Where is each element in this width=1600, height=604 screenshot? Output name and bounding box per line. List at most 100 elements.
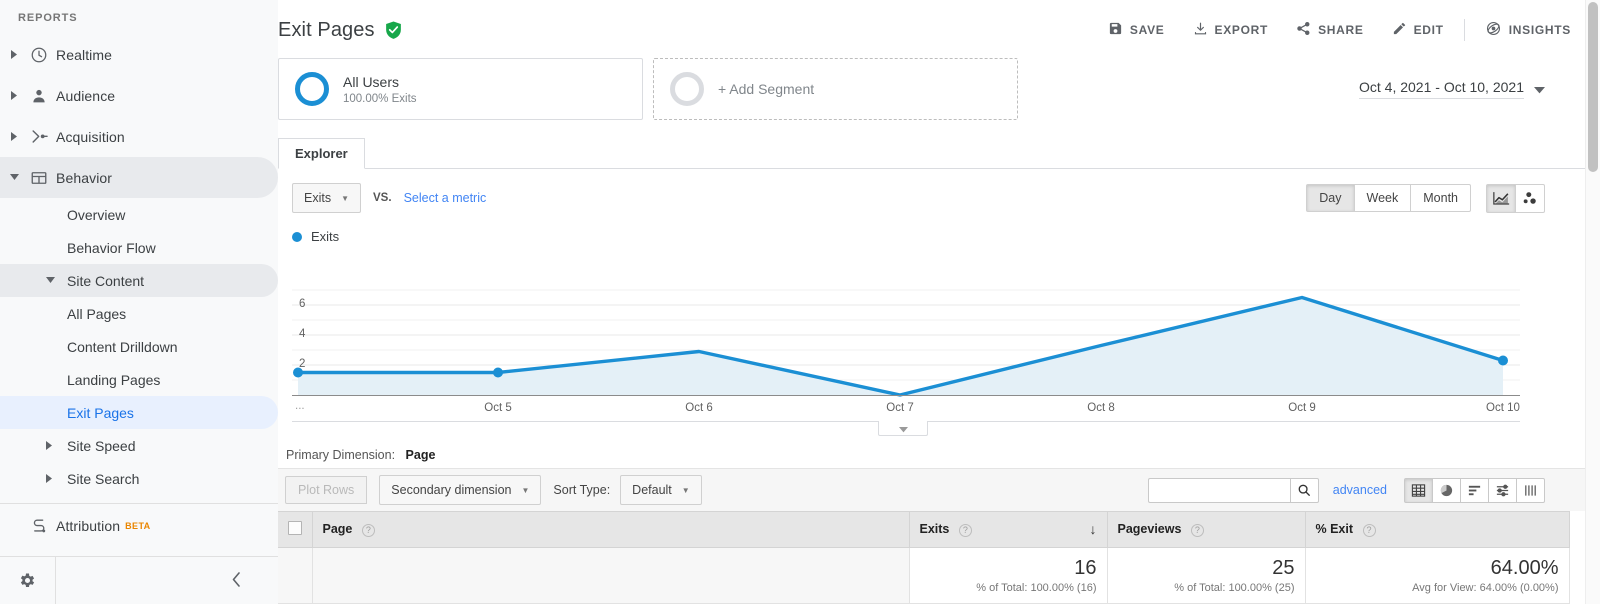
attribution-icon — [22, 517, 56, 536]
help-icon[interactable]: ? — [1362, 523, 1376, 537]
vs-label: VS. — [373, 192, 392, 204]
sidebar-collapse-button[interactable] — [56, 557, 278, 604]
x-axis-tick: Oct 10 — [1486, 402, 1520, 414]
primary-dimension-value[interactable]: Page — [406, 448, 436, 462]
search-input[interactable] — [1147, 477, 1290, 503]
primary-metric-selector[interactable]: Exits ▼ — [292, 183, 362, 213]
chevron-down-icon: ▼ — [521, 485, 530, 495]
insights-button[interactable]: INSIGHTS — [1471, 14, 1585, 46]
export-button[interactable]: EXPORT — [1179, 15, 1283, 45]
share-label: SHARE — [1318, 23, 1364, 37]
secondary-dimension-selector[interactable]: Secondary dimension ▼ — [379, 475, 542, 505]
x-axis-tick: Oct 6 — [685, 402, 713, 414]
x-axis-ellipsis: ... — [295, 400, 305, 412]
save-button[interactable]: SAVE — [1094, 15, 1179, 45]
pivot-view-icon[interactable] — [1516, 477, 1545, 503]
x-axis-tick: Oct 7 — [886, 402, 914, 414]
toolbar-divider — [1463, 19, 1465, 41]
select-all-header — [278, 511, 313, 548]
granularity-day[interactable]: Day — [1306, 184, 1355, 212]
edit-button[interactable]: EDIT — [1378, 15, 1458, 45]
select-all-checkbox[interactable] — [287, 521, 302, 535]
totals-pageviews-sub: % of Total: 100.00% (25) — [1174, 582, 1295, 594]
pie-view-icon[interactable] — [1432, 477, 1461, 503]
column-header-exit-rate[interactable]: % Exit ? — [1305, 511, 1570, 548]
column-label: Page — [322, 522, 353, 537]
exits-over-time-chart[interactable]: 6 4 2 ... Oct 5 Oct 6 Oct 7 Oct 8 Oct 9 … — [278, 250, 1585, 436]
chart-point — [493, 367, 503, 378]
shield-check-icon — [385, 21, 402, 39]
totals-pageviews-value: 25 — [1272, 557, 1295, 579]
sidebar-item-label: Audience — [56, 87, 116, 104]
plot-rows-button[interactable]: Plot Rows — [285, 476, 368, 504]
sidebar-item-behavior-flow[interactable]: Behavior Flow — [0, 231, 278, 264]
sidebar-group-label: Site Content — [67, 272, 145, 289]
sidebar-group-site-search[interactable]: Site Search — [0, 462, 278, 495]
line-chart-icon[interactable] — [1486, 183, 1516, 213]
sidebar: REPORTS Realtime Audience Acquisition Be… — [0, 0, 278, 604]
primary-metric-label: Exits — [304, 191, 332, 205]
report-tabs: Explorer — [278, 138, 1585, 169]
chevron-down-icon — [898, 421, 908, 436]
help-icon[interactable]: ? — [958, 523, 972, 537]
tab-explorer[interactable]: Explorer — [278, 138, 365, 169]
comparison-view-icon[interactable] — [1488, 477, 1517, 503]
totals-exits-cell: 16 % of Total: 100.00% (16) — [909, 547, 1108, 604]
select-metric-link[interactable]: Select a metric — [404, 191, 487, 205]
sort-type-label: Sort Type: — [553, 483, 611, 497]
chart-collapse-button[interactable] — [878, 421, 928, 436]
share-button[interactable]: SHARE — [1282, 15, 1378, 45]
sidebar-item-landing-pages[interactable]: Landing Pages — [0, 363, 278, 396]
date-range-picker[interactable]: Oct 4, 2021 - Oct 10, 2021 — [1359, 79, 1545, 99]
main-content: Exit Pages SAVE EXPORT SHARE EDIT INSIGH… — [278, 0, 1600, 604]
chart-mode-group — [1486, 183, 1545, 213]
sidebar-item-realtime[interactable]: Realtime — [0, 34, 278, 75]
sidebar-item-all-pages[interactable]: All Pages — [0, 297, 278, 330]
granularity-month[interactable]: Month — [1410, 184, 1471, 212]
x-axis-tick: Oct 9 — [1288, 402, 1316, 414]
column-header-pageviews[interactable]: Pageviews ? — [1107, 511, 1306, 548]
save-label: SAVE — [1129, 23, 1165, 37]
totals-exits-sub: % of Total: 100.00% (16) — [976, 582, 1097, 594]
sidebar-item-exit-pages[interactable]: Exit Pages — [0, 396, 278, 429]
search-icon[interactable] — [1289, 477, 1319, 503]
sidebar-group-site-speed[interactable]: Site Speed — [0, 429, 278, 462]
table-view-icon[interactable] — [1404, 477, 1433, 503]
beta-badge: BETA — [125, 521, 151, 531]
motion-chart-icon[interactable] — [1515, 183, 1545, 213]
sidebar-item-audience[interactable]: Audience — [0, 75, 278, 116]
save-icon — [1108, 21, 1123, 39]
chart-legend: Exits — [278, 217, 1585, 244]
sidebar-item-attribution[interactable]: Attribution BETA — [0, 504, 278, 548]
sidebar-footer — [0, 556, 278, 604]
page-scrollbar[interactable] — [1585, 0, 1600, 604]
sidebar-group-site-content[interactable]: Site Content — [0, 264, 278, 297]
sidebar-item-behavior[interactable]: Behavior — [0, 157, 278, 198]
scrollbar-thumb[interactable] — [1588, 2, 1598, 172]
sidebar-item-content-drilldown[interactable]: Content Drilldown — [0, 330, 278, 363]
secondary-dimension-label: Secondary dimension — [391, 483, 512, 497]
performance-view-icon[interactable] — [1460, 477, 1489, 503]
segment-all-users[interactable]: All Users 100.00% Exits — [278, 58, 643, 120]
legend-color-dot — [292, 231, 302, 242]
advanced-filter-link[interactable]: advanced — [1333, 483, 1387, 497]
column-header-exits[interactable]: Exits ? ↓ — [909, 511, 1108, 548]
sidebar-item-label: Behavior — [56, 169, 113, 186]
add-segment-label: + Add Segment — [718, 81, 815, 97]
granularity-week[interactable]: Week — [1353, 184, 1412, 212]
sort-type-selector[interactable]: Default ▼ — [620, 475, 702, 505]
segment-ring-icon — [295, 72, 329, 106]
column-header-page[interactable]: Page ? — [312, 511, 910, 548]
totals-checkbox-cell — [278, 547, 313, 604]
chevron-right-icon — [46, 441, 67, 450]
sidebar-item-acquisition[interactable]: Acquisition — [0, 116, 278, 157]
sidebar-item-label: Overview — [67, 206, 126, 223]
y-axis-tick: 4 — [299, 328, 306, 340]
plot-rows-label: Plot Rows — [298, 483, 355, 497]
sidebar-item-overview[interactable]: Overview — [0, 198, 278, 231]
help-icon[interactable]: ? — [1190, 523, 1204, 537]
gear-icon[interactable] — [0, 557, 56, 604]
sidebar-item-label: Content Drilldown — [67, 338, 178, 355]
add-segment-button[interactable]: + Add Segment — [653, 58, 1018, 120]
help-icon[interactable]: ? — [361, 523, 375, 537]
